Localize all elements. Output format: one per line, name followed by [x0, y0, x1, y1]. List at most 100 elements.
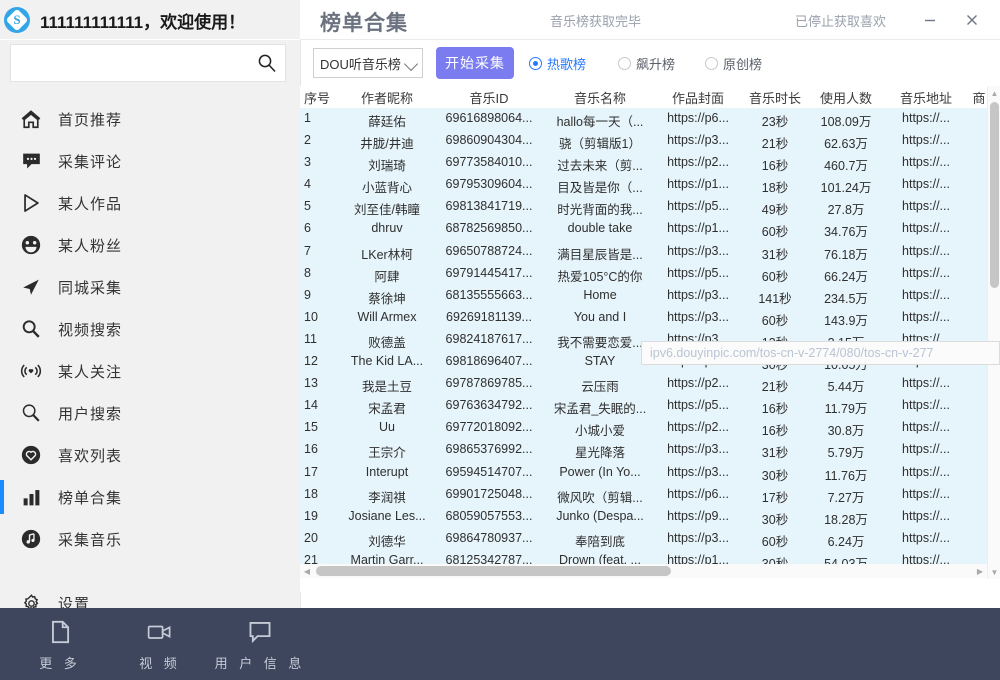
cell-index: 16 [304, 442, 338, 456]
column-header-author[interactable]: 作者昵称 [342, 88, 432, 107]
caret-down-icon[interactable]: ▼ [988, 565, 1000, 579]
table-row[interactable]: 14宋孟君69763634792...宋孟君_失眠的...https://p5.… [300, 395, 987, 417]
cell-music-url: https://... [886, 509, 966, 523]
bottom-item-user-info[interactable]: 用 户 信 息 [210, 608, 310, 680]
table-header-row: 序号 作者昵称 音乐ID 音乐名称 作品封面 音乐时长 使用人数 音乐地址 商 [300, 86, 1000, 109]
cell-usage-count: 34.76万 [810, 221, 882, 240]
start-collect-button[interactable]: 开始采集 [436, 47, 514, 79]
cell-duration: 18秒 [744, 177, 806, 196]
cell-author: Will Armex [342, 310, 432, 324]
sidebar-item-favorites-list[interactable]: 喜欢列表 [0, 434, 300, 476]
cell-music-id: 69791445417... [436, 266, 542, 280]
sidebar-item-same-city-collect[interactable]: 同城采集 [0, 266, 300, 308]
table-row[interactable]: 4小蓝背心69795309604...目及皆是你（...https://p1..… [300, 174, 987, 196]
column-header-index[interactable]: 序号 [304, 88, 338, 107]
cell-index: 4 [304, 177, 338, 191]
cell-cover-url: https://p6... [656, 487, 740, 501]
cell-music-id: 69864780937... [436, 531, 542, 545]
sidebar-item-label: 喜欢列表 [58, 445, 122, 466]
cell-index: 9 [304, 288, 338, 302]
cell-cover-url: https://p1... [656, 177, 740, 191]
search-input[interactable] [19, 45, 248, 83]
cell-cover-url: https://p2... [656, 155, 740, 169]
cell-index: 17 [304, 465, 338, 479]
sidebar-item-chart-collection[interactable]: 榜单合集 [0, 476, 300, 518]
vertical-scroll-thumb[interactable] [990, 102, 999, 288]
cell-music-url: https://... [886, 221, 966, 235]
search-icon[interactable] [257, 53, 277, 73]
cell-music-name: Power (In Yo... [548, 465, 652, 479]
cell-duration: 21秒 [744, 133, 806, 152]
column-header-address[interactable]: 音乐地址 [886, 88, 966, 107]
bottom-item-more[interactable]: 更 多 [10, 608, 110, 680]
cell-index: 2 [304, 133, 338, 147]
horizontal-scroll-thumb[interactable] [316, 566, 671, 576]
column-header-music-id[interactable]: 音乐ID [436, 88, 542, 107]
table-row[interactable]: 9蔡徐坤68135555663...Homehttps://p3...141秒2… [300, 285, 987, 307]
sidebar-item-label: 某人粉丝 [58, 235, 122, 256]
table-row[interactable]: 10Will Armex69269181139...You and Ihttps… [300, 307, 987, 329]
cell-usage-count: 5.79万 [810, 442, 882, 461]
status-text-collect: 音乐榜获取完毕 [550, 11, 641, 30]
sidebar-item-user-search[interactable]: 用户搜索 [0, 392, 300, 434]
table-row[interactable]: 8阿肆69791445417...热爱105°C的你https://p5...6… [300, 263, 987, 285]
table-row[interactable]: 19Josiane Les...68059057553...Junko (Des… [300, 506, 987, 528]
url-tooltip: ipv6.douyinpic.com/tos-cn-v-2774/080/tos… [641, 341, 1000, 365]
table-row[interactable]: 17Interupt69594514707...Power (In Yo...h… [300, 462, 987, 484]
table-row[interactable]: 2井胧/井迪69860904304...骁（剪辑版1）https://p3...… [300, 130, 987, 152]
cell-cover-url: https://p2... [656, 376, 740, 390]
cell-author: 薛廷佑 [342, 111, 432, 130]
sidebar-item-someones-works[interactable]: 某人作品 [0, 182, 300, 224]
table-row[interactable]: 15Uu69772018092...小城小爱https://p2...16秒30… [300, 417, 987, 439]
sidebar-item-video-search[interactable]: 视频搜索 [0, 308, 300, 350]
sidebar-item-label: 首页推荐 [58, 109, 122, 130]
cell-usage-count: 27.8万 [810, 199, 882, 218]
table-row[interactable]: 6dhruv68782569850...double takehttps://p… [300, 218, 987, 240]
sidebar-item-home-recommend[interactable]: 首页推荐 [0, 98, 300, 140]
sidebar-item-collect-comments[interactable]: 采集评论 [0, 140, 300, 182]
column-header-cover[interactable]: 作品封面 [656, 88, 740, 107]
cell-music-url: https://... [886, 442, 966, 456]
sidebar-item-collect-music[interactable]: 采集音乐 [0, 518, 300, 560]
caret-up-icon[interactable]: ▲ [988, 86, 1000, 100]
sidebar-search-box[interactable] [10, 44, 286, 82]
table-row[interactable]: 3刘瑞琦69773584010...过去未来（剪...https://p2...… [300, 152, 987, 174]
sidebar-item-someones-following[interactable]: 某人关注 [0, 350, 300, 392]
radio-original[interactable]: 原创榜 [705, 54, 762, 73]
cell-music-url: https://... [886, 531, 966, 545]
column-header-duration[interactable]: 音乐时长 [744, 88, 806, 107]
table-row[interactable]: 5刘至佳/韩瞳69813841719...时光背面的我...https://p5… [300, 196, 987, 218]
cell-index: 20 [304, 531, 338, 545]
close-button[interactable] [960, 8, 984, 32]
caret-right-icon[interactable]: ▶ [973, 564, 987, 578]
bottom-item-video[interactable]: 视 频 [110, 608, 210, 680]
column-header-music-name[interactable]: 音乐名称 [548, 88, 652, 107]
status-text-favorites: 已停止获取喜欢 [795, 11, 886, 30]
vertical-scrollbar[interactable]: ▲ ▼ [987, 86, 1000, 579]
welcome-text: 111111111111，欢迎使用！ [40, 8, 245, 33]
cell-index: 7 [304, 244, 338, 258]
table-row[interactable]: 20刘德华69864780937...奉陪到底https://p3...60秒6… [300, 528, 987, 550]
cell-music-id: 69865376992... [436, 442, 542, 456]
chart-select[interactable]: DOU听音乐榜 [313, 48, 423, 78]
table-row[interactable]: 7LKer林柯69650788724...满目星辰皆是...https://p3… [300, 241, 987, 263]
radio-rising[interactable]: 飙升榜 [618, 54, 675, 73]
sidebar-item-someones-fans[interactable]: 某人粉丝 [0, 224, 300, 266]
cell-cover-url: https://p1... [656, 221, 740, 235]
table-row[interactable]: 18李润祺69901725048...微风吹（剪辑...https://p6..… [300, 484, 987, 506]
caret-left-icon[interactable]: ◀ [300, 564, 314, 578]
horizontal-scrollbar[interactable]: ◀ ▶ [300, 564, 987, 578]
cell-author: 刘至佳/韩瞳 [342, 199, 432, 218]
cell-music-name: 骁（剪辑版1） [548, 133, 652, 152]
table-row[interactable]: 16王宗介69865376992...星光降落https://p3...31秒5… [300, 439, 987, 461]
table-row[interactable]: 1薛廷佑69616898064...hallo每一天（...https://p6… [300, 108, 987, 130]
minimize-button[interactable] [918, 8, 942, 32]
cell-author: 我是土豆 [342, 376, 432, 395]
cell-music-name: 时光背面的我... [548, 199, 652, 218]
column-header-usage[interactable]: 使用人数 [810, 88, 882, 107]
table-row[interactable]: 13我是土豆69787869785...云压雨https://p2...21秒5… [300, 373, 987, 395]
cell-music-id: 68135555663... [436, 288, 542, 302]
cell-author: 小蓝背心 [342, 177, 432, 196]
radio-hot-songs[interactable]: 热歌榜 [529, 54, 586, 73]
cell-usage-count: 234.5万 [810, 288, 882, 307]
